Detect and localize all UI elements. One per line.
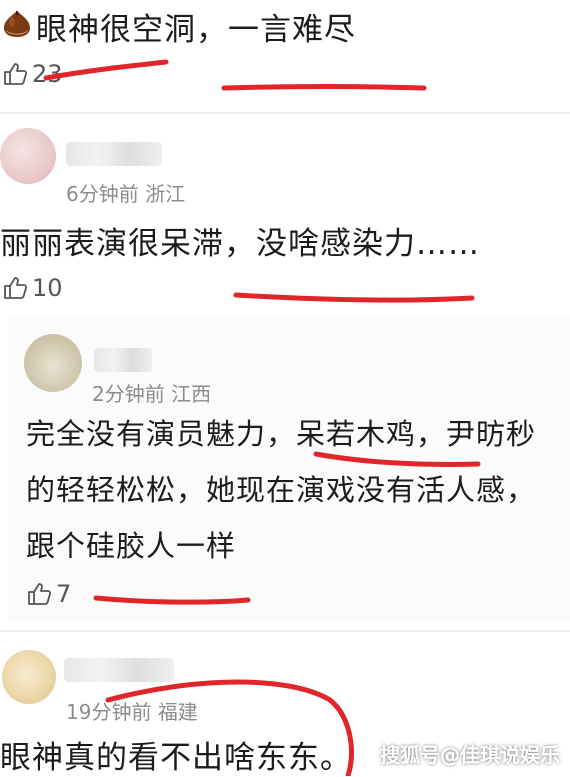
comment-1-text: 眼神很空洞，一言难尽 <box>36 12 356 48</box>
username-blurred <box>64 658 174 682</box>
comment-1: 眼神很空洞，一言难尽 23 <box>0 0 570 110</box>
comment-3-line-2: 的轻轻松松，她现在演戏没有活人感， <box>26 473 537 507</box>
comment-2: 6分钟前 浙江 丽丽表演很呆滞，没啥感染力…… 10 <box>0 114 570 318</box>
avatar <box>24 334 82 392</box>
avatar <box>0 128 56 184</box>
thumbs-up-icon <box>28 583 52 605</box>
comment-1-like-count: 23 <box>32 60 63 88</box>
comment-2-meta: 6分钟前 浙江 <box>66 182 186 206</box>
comment-3-like[interactable]: 7 <box>26 580 71 608</box>
comment-3-like-count: 7 <box>56 580 72 608</box>
comment-4-meta: 19分钟前 福建 <box>66 700 198 724</box>
comment-2-like-count: 10 <box>32 274 63 302</box>
avatar <box>2 650 56 704</box>
chestnut-emoji-icon <box>2 8 32 38</box>
watermark: 搜狐号@佳琪说娱乐 <box>380 743 560 767</box>
comment-3-meta: 2分钟前 江西 <box>92 382 212 406</box>
comment-1-like[interactable]: 23 <box>2 60 63 88</box>
comment-3-line-3: 跟个硅胶人一样 <box>26 529 237 563</box>
comment-2-like[interactable]: 10 <box>2 274 63 302</box>
comment-3: 2分钟前 江西 完全没有演员魅力，呆若木鸡，尹昉秒 的轻轻松松，她现在演戏没有活… <box>18 318 570 622</box>
thumbs-up-icon <box>4 63 28 85</box>
comment-3-text: 完全没有演员魅力，呆若木鸡，尹昉秒 的轻轻松松，她现在演戏没有活人感， 跟个硅胶… <box>26 406 536 574</box>
comment-3-line-1: 完全没有演员魅力，呆若木鸡，尹昉秒 <box>26 417 537 451</box>
comment-4-text: 眼神真的看不出啥东东。 <box>0 740 352 776</box>
username-blurred <box>66 142 162 166</box>
thumbs-up-icon <box>4 277 28 299</box>
comment-2-text: 丽丽表演很呆滞，没啥感染力…… <box>0 226 480 262</box>
username-blurred <box>94 348 152 372</box>
